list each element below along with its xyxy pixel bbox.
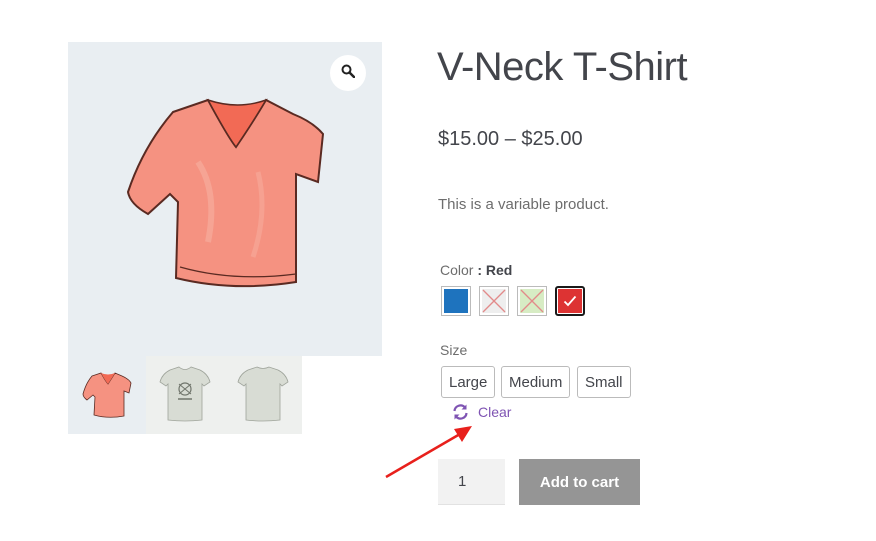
swatch-green-unavailable[interactable] bbox=[517, 286, 547, 316]
thumbnail-tshirt-back[interactable] bbox=[224, 356, 302, 434]
zoom-button[interactable] bbox=[330, 55, 366, 91]
swatch-blue-fill bbox=[444, 289, 468, 313]
product-description: This is a variable product. bbox=[438, 196, 609, 213]
color-selected-value: : Red bbox=[477, 262, 513, 278]
clear-selection-link[interactable]: Clear bbox=[452, 404, 511, 420]
annotation-arrow bbox=[385, 426, 472, 479]
size-option-small[interactable]: Small bbox=[577, 366, 631, 398]
color-label-text: Color bbox=[440, 262, 474, 278]
size-option-large[interactable]: Large bbox=[441, 366, 496, 398]
tshirt-illustration bbox=[126, 98, 325, 288]
product-main-image[interactable] bbox=[68, 42, 382, 356]
product-title: V-Neck T-Shirt bbox=[437, 45, 688, 89]
unavailable-cross-icon bbox=[482, 289, 506, 313]
thumbnail-v-neck-red[interactable] bbox=[68, 356, 146, 434]
checkmark-icon bbox=[563, 295, 577, 307]
color-attribute-label: Color : Red bbox=[440, 262, 512, 278]
product-page: V-Neck T-Shirt $15.00 – $25.00 This is a… bbox=[0, 0, 876, 541]
refresh-icon bbox=[452, 404, 469, 420]
unavailable-cross-icon bbox=[520, 289, 544, 313]
swatch-blue[interactable] bbox=[441, 286, 471, 316]
product-price: $15.00 – $25.00 bbox=[438, 128, 583, 150]
size-attribute-label: Size bbox=[440, 342, 468, 358]
add-to-cart-button[interactable]: Add to cart bbox=[519, 459, 640, 505]
swatch-red-fill bbox=[558, 289, 582, 313]
swatch-green-fill bbox=[520, 289, 544, 313]
swatch-grey-unavailable[interactable] bbox=[479, 286, 509, 316]
gallery-thumbnails bbox=[68, 356, 308, 434]
thumbnail-tshirt-logo[interactable] bbox=[146, 356, 224, 434]
swatch-red-selected[interactable] bbox=[555, 286, 585, 316]
swatch-grey-fill bbox=[482, 289, 506, 313]
clear-label: Clear bbox=[478, 404, 512, 420]
magnifier-icon bbox=[341, 64, 356, 83]
size-option-medium[interactable]: Medium bbox=[501, 366, 571, 398]
